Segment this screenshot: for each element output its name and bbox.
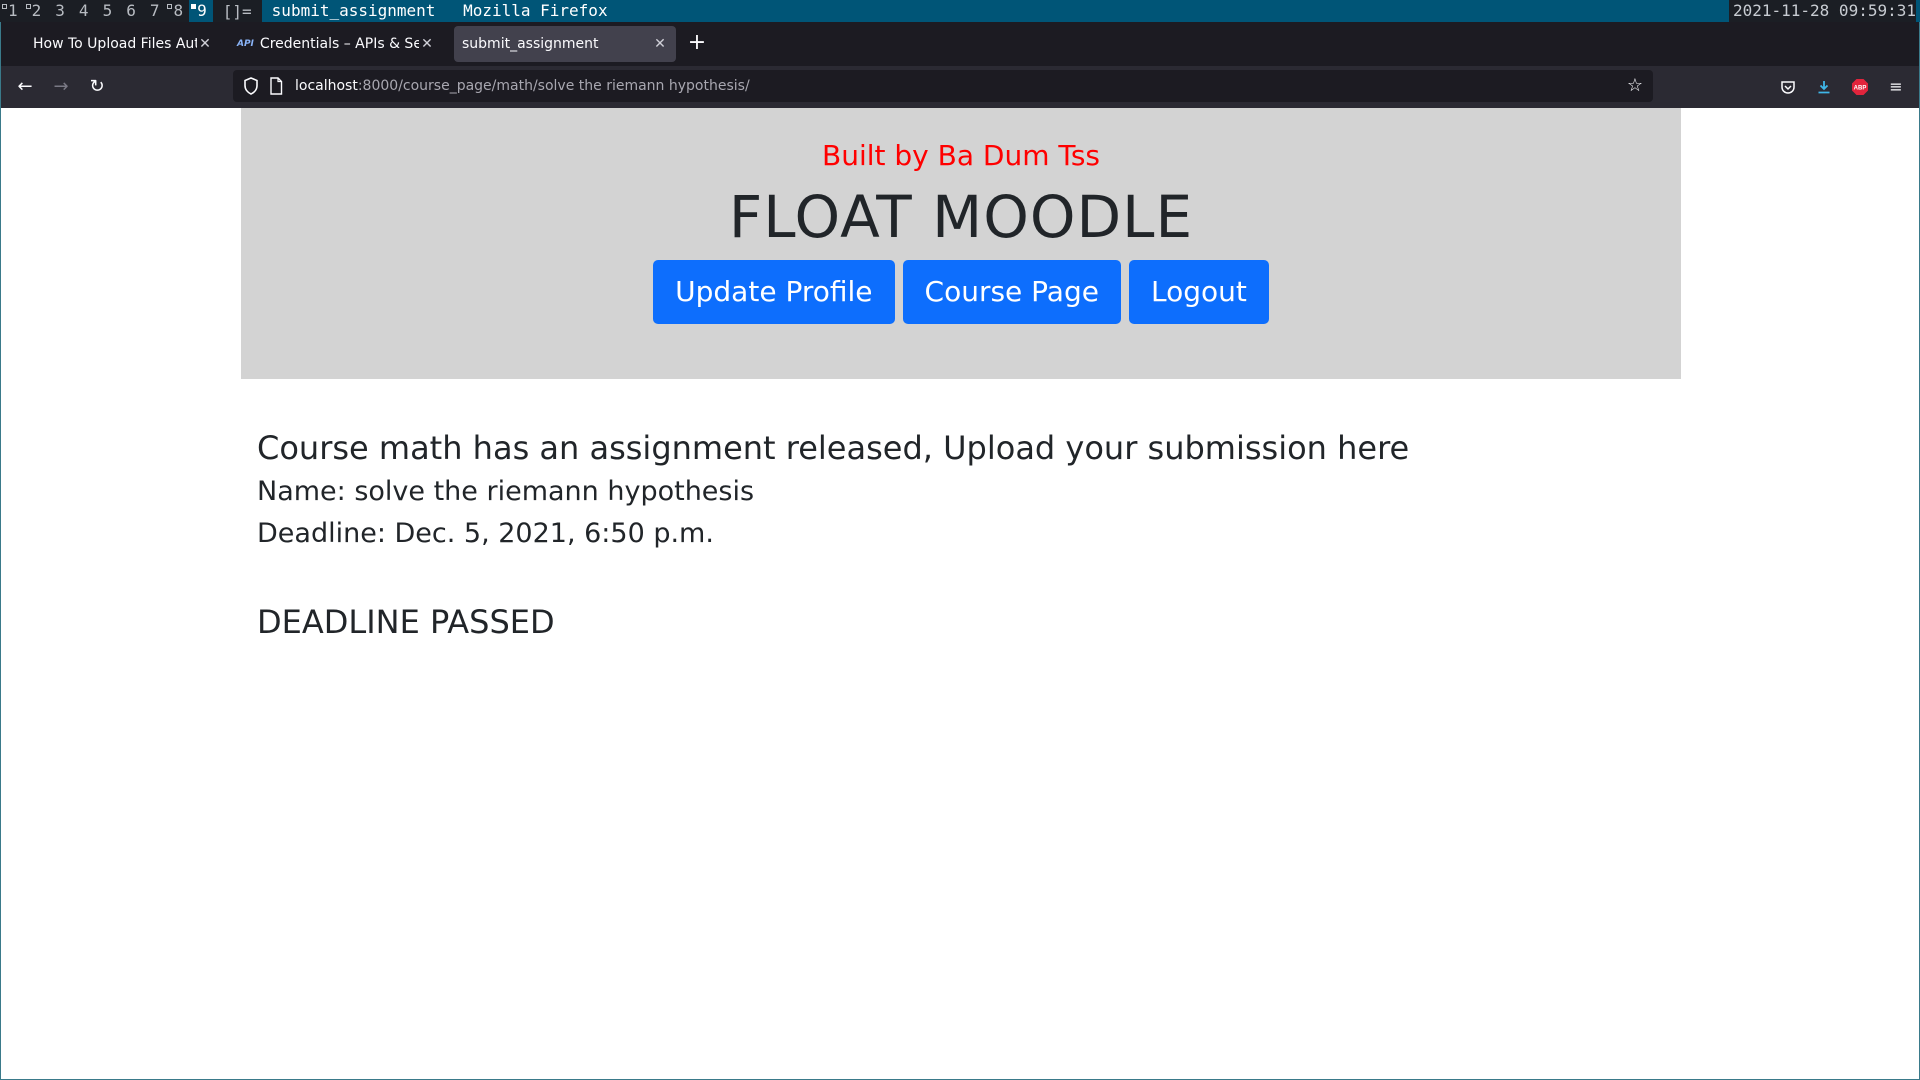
- layout-indicator[interactable]: []=: [213, 2, 262, 21]
- tab-title: submit_assignment: [462, 36, 599, 52]
- tab-credentials[interactable]: API Credentials – APIs & Serv ✕: [229, 26, 443, 62]
- workspace-9[interactable]: 9: [189, 0, 213, 22]
- tab-submit-assignment[interactable]: submit_assignment ✕: [454, 26, 676, 62]
- url-path: :8000/course_page/math/solve the riemann…: [357, 78, 750, 94]
- window-title-bar: submit_assignment Mozilla Firefox: [261, 0, 1920, 22]
- site-title: FLOAT MOODLE: [728, 183, 1194, 251]
- workspace-8[interactable]: 8: [165, 0, 189, 22]
- back-arrow-icon[interactable]: ←: [13, 75, 37, 99]
- workspace-4[interactable]: 4: [71, 0, 95, 22]
- tab-title: How To Upload Files Auto: [33, 36, 197, 52]
- tab-upload-files[interactable]: How To Upload Files Auto ✕: [25, 26, 221, 62]
- menu-hamburger-icon[interactable]: ≡: [1884, 75, 1908, 99]
- workspace-5[interactable]: 5: [95, 0, 119, 22]
- course-page-button[interactable]: Course Page: [902, 260, 1121, 324]
- page-viewport: Built by Ba Dum Tss FLOAT MOODLE Update …: [0, 108, 1920, 1080]
- navigation-toolbar: ← → ↻ localhost:8000/course_page/math/so…: [0, 66, 1920, 108]
- bookmark-star-icon[interactable]: ☆: [1627, 75, 1643, 97]
- forward-arrow-icon[interactable]: →: [49, 75, 73, 99]
- update-profile-button[interactable]: Update Profile: [653, 260, 895, 324]
- close-icon[interactable]: ✕: [419, 36, 435, 52]
- new-tab-button[interactable]: +: [687, 26, 707, 62]
- assignment-deadline: Deadline: Dec. 5, 2021, 6:50 p.m.: [257, 518, 714, 549]
- close-icon[interactable]: ✕: [652, 36, 668, 52]
- api-badge-icon: API: [237, 39, 254, 49]
- adblock-plus-icon[interactable]: ABP: [1848, 75, 1872, 99]
- header-button-row: Update Profile Course Page Logout: [241, 260, 1681, 324]
- logout-button[interactable]: Logout: [1128, 260, 1269, 324]
- window-manager-bar: 1 2 3 4 5 6 7 8 9 []= submit_assignment …: [0, 0, 1920, 22]
- reload-icon[interactable]: ↻: [85, 75, 109, 99]
- url-host: localhost: [295, 78, 358, 94]
- deadline-status: DEADLINE PASSED: [257, 603, 555, 641]
- assignment-name: Name: solve the riemann hypothesis: [257, 476, 755, 507]
- workspace-3[interactable]: 3: [47, 0, 71, 22]
- workspace-2[interactable]: 2: [24, 0, 48, 22]
- app-name: Mozilla Firefox: [463, 1, 608, 20]
- workspace-7[interactable]: 7: [142, 0, 166, 22]
- pocket-icon[interactable]: [1776, 75, 1800, 99]
- workspace-1[interactable]: 1: [0, 0, 24, 22]
- downloads-icon[interactable]: [1812, 75, 1836, 99]
- tab-title: Credentials – APIs & Serv: [259, 36, 419, 52]
- url-text[interactable]: localhost:8000/course_page/math/solve th…: [295, 70, 750, 102]
- assignment-heading: Course math has an assignment released, …: [257, 429, 1410, 467]
- site-header: Built by Ba Dum Tss FLOAT MOODLE Update …: [241, 108, 1681, 379]
- built-by-text: Built by Ba Dum Tss: [821, 139, 1101, 172]
- tab-strip: How To Upload Files Auto ✕ API Credentia…: [0, 22, 1920, 66]
- url-bar[interactable]: localhost:8000/course_page/math/solve th…: [233, 70, 1653, 102]
- window-title: submit_assignment: [271, 1, 436, 20]
- page-icon[interactable]: [269, 77, 283, 95]
- workspace-6[interactable]: 6: [118, 0, 142, 22]
- assignment-section: Course math has an assignment released, …: [257, 428, 1409, 642]
- shield-icon[interactable]: [241, 76, 261, 96]
- close-icon[interactable]: ✕: [197, 36, 213, 52]
- clock: 2021-11-28 09:59:31: [1728, 0, 1916, 22]
- svg-text:ABP: ABP: [1854, 86, 1867, 92]
